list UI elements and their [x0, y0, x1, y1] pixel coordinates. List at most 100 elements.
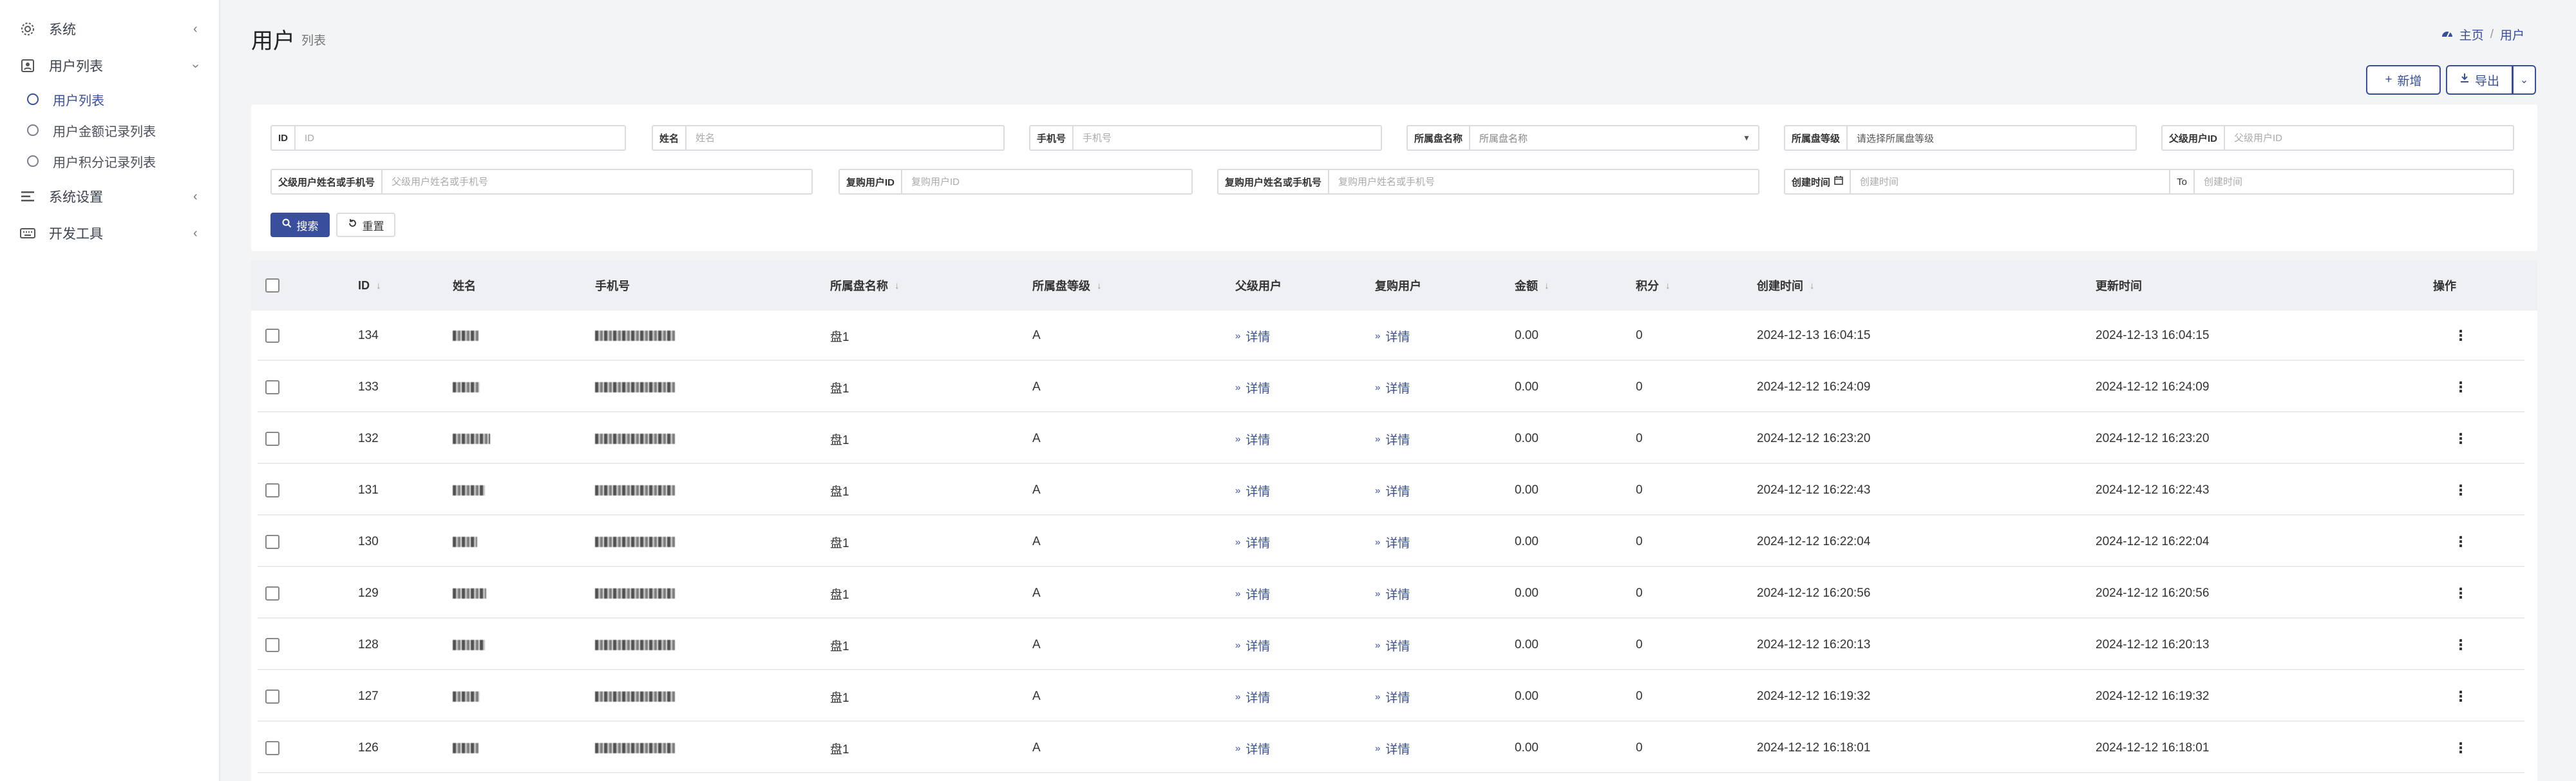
detail-link-label[interactable]: 详情 [1385, 534, 1410, 551]
sidebar-item-system-settings[interactable]: 系统设置 ‹ [0, 178, 220, 215]
updated-cell: 2024-12-12 16:20:56 [2096, 586, 2210, 600]
sort-arrow-icon[interactable]: ↓ [1097, 280, 1102, 291]
detail-link-label[interactable]: 详情 [1245, 740, 1270, 757]
column-header-amount[interactable]: 金额 ↓ [1515, 260, 1549, 311]
amount-cell: 0.00 [1515, 586, 1539, 600]
repurchase-user-detail-link[interactable]: » 详情 [1375, 723, 1410, 773]
parent-user-detail-link[interactable]: » 详情 [1235, 620, 1270, 670]
sort-arrow-icon[interactable]: ↓ [1665, 280, 1671, 291]
breadcrumb-home-link[interactable]: 主页 [2459, 26, 2484, 43]
detail-link-label[interactable]: 详情 [1245, 430, 1270, 448]
more-actions-icon[interactable]: ⋮ [2454, 327, 2468, 344]
row-checkbox[interactable] [265, 638, 279, 652]
parent-user-detail-link[interactable]: » 详情 [1235, 311, 1270, 361]
row-checkbox[interactable] [265, 483, 279, 497]
detail-link-label[interactable]: 详情 [1385, 482, 1410, 499]
detail-link-label[interactable]: 详情 [1385, 327, 1410, 345]
disk-level-filter[interactable]: 所属盘等级 请选择所属盘等级 [1784, 125, 2137, 151]
sidebar-item-system[interactable]: 系统 ‹ [0, 10, 220, 48]
detail-link-label[interactable]: 详情 [1385, 585, 1410, 603]
detail-link-label[interactable]: 详情 [1245, 379, 1270, 396]
detail-link-label[interactable]: 详情 [1245, 482, 1270, 499]
column-header-disk-level[interactable]: 所属盘等级 ↓ [1032, 260, 1102, 311]
sort-arrow-icon[interactable]: ↓ [1810, 280, 1815, 291]
sort-arrow-icon[interactable]: ↓ [1544, 280, 1549, 291]
repurchase-id-input[interactable] [902, 170, 1191, 193]
detail-link-label[interactable]: 详情 [1385, 379, 1410, 396]
column-header-created[interactable]: 创建时间 ↓ [1757, 260, 1815, 311]
repurchase-user-detail-link[interactable]: » 详情 [1375, 311, 1410, 361]
repurchase-user-detail-link[interactable]: » 详情 [1375, 362, 1410, 412]
row-checkbox[interactable] [265, 432, 279, 446]
more-actions-icon[interactable]: ⋮ [2454, 637, 2468, 653]
parent-user-detail-link[interactable]: » 详情 [1235, 723, 1270, 773]
more-actions-icon[interactable]: ⋮ [2454, 534, 2468, 550]
more-actions-icon[interactable]: ⋮ [2454, 430, 2468, 447]
repurchase-user-detail-link[interactable]: » 详情 [1375, 517, 1410, 567]
detail-link-label[interactable]: 详情 [1245, 688, 1270, 706]
name-input[interactable] [687, 126, 1003, 149]
column-header-disk-name[interactable]: 所属盘名称 ↓ [830, 260, 900, 311]
search-button[interactable]: 搜索 [270, 213, 330, 237]
row-checkbox[interactable] [265, 586, 279, 601]
id-input[interactable] [296, 126, 625, 149]
disk-name-select[interactable]: 所属盘名称 [1470, 131, 1735, 145]
column-header-points[interactable]: 积分 ↓ [1636, 260, 1671, 311]
more-actions-icon[interactable]: ⋮ [2454, 379, 2468, 396]
detail-link-label[interactable]: 详情 [1385, 740, 1410, 757]
detail-link-label[interactable]: 详情 [1385, 430, 1410, 448]
detail-link-label[interactable]: 详情 [1385, 688, 1410, 706]
sidebar-subitem-amount-records[interactable]: 用户金额记录列表 [0, 115, 220, 146]
detail-link-label[interactable]: 详情 [1245, 585, 1270, 603]
parent-user-detail-link[interactable]: » 详情 [1235, 465, 1270, 516]
more-actions-icon[interactable]: ⋮ [2454, 482, 2468, 499]
parent-user-detail-link[interactable]: » 详情 [1235, 362, 1270, 412]
row-checkbox[interactable] [265, 535, 279, 549]
repurchase-user-detail-link[interactable]: » 详情 [1375, 465, 1410, 516]
phone-input[interactable] [1074, 126, 1381, 149]
export-button[interactable]: 导出 [2446, 65, 2513, 95]
parent-user-detail-link[interactable]: » 详情 [1235, 671, 1270, 722]
redacted-name [453, 434, 490, 444]
created-start-input[interactable] [1851, 170, 2170, 193]
created-end-input[interactable] [2194, 170, 2514, 193]
more-actions-icon[interactable]: ⋮ [2454, 740, 2468, 757]
more-actions-icon[interactable]: ⋮ [2454, 688, 2468, 705]
sort-arrow-icon[interactable]: ↓ [895, 280, 900, 291]
detail-link-label[interactable]: 详情 [1245, 637, 1270, 654]
export-dropdown-toggle[interactable]: ⌄ [2513, 65, 2536, 95]
row-checkbox[interactable] [265, 689, 279, 704]
reset-button[interactable]: 重置 [336, 213, 395, 237]
repurchase-user-detail-link[interactable]: » 详情 [1375, 671, 1410, 722]
sidebar-subitem-user-list[interactable]: 用户列表 [0, 84, 220, 115]
double-chevron-icon: » [1375, 588, 1381, 599]
parent-user-detail-link[interactable]: » 详情 [1235, 414, 1270, 464]
chevron-left-icon: ‹ [193, 226, 198, 240]
sidebar-item-dev-tools[interactable]: 开发工具 ‹ [0, 215, 220, 252]
disk-level-select[interactable]: 请选择所属盘等级 [1848, 131, 2136, 145]
repurchase-name-input[interactable] [1329, 170, 1758, 193]
detail-link-label[interactable]: 详情 [1245, 327, 1270, 345]
parent-user-detail-link[interactable]: » 详情 [1235, 568, 1270, 619]
parent-user-detail-link[interactable]: » 详情 [1235, 517, 1270, 567]
detail-link-label[interactable]: 详情 [1385, 637, 1410, 654]
sort-arrow-icon[interactable]: ↓ [376, 280, 381, 291]
sidebar-item-label: 系统 [49, 23, 76, 37]
repurchase-user-detail-link[interactable]: » 详情 [1375, 414, 1410, 464]
select-all-checkbox[interactable] [265, 278, 279, 293]
column-header-id[interactable]: ID ↓ [358, 260, 381, 311]
repurchase-user-detail-link[interactable]: » 详情 [1375, 620, 1410, 670]
parent-name-input[interactable] [383, 170, 811, 193]
add-button[interactable]: + 新增 [2366, 65, 2441, 95]
row-checkbox[interactable] [265, 741, 279, 755]
row-checkbox[interactable] [265, 380, 279, 394]
sidebar-item-user-list[interactable]: 用户列表 ‹ [0, 47, 220, 84]
disk-name-filter[interactable]: 所属盘名称 所属盘名称 ▼ [1406, 125, 1759, 151]
gear-icon [19, 21, 36, 37]
repurchase-user-detail-link[interactable]: » 详情 [1375, 568, 1410, 619]
detail-link-label[interactable]: 详情 [1245, 534, 1270, 551]
more-actions-icon[interactable]: ⋮ [2454, 585, 2468, 602]
row-checkbox[interactable] [265, 329, 279, 343]
parent-id-input[interactable] [2225, 126, 2513, 149]
sidebar-subitem-points-records[interactable]: 用户积分记录列表 [0, 146, 220, 177]
